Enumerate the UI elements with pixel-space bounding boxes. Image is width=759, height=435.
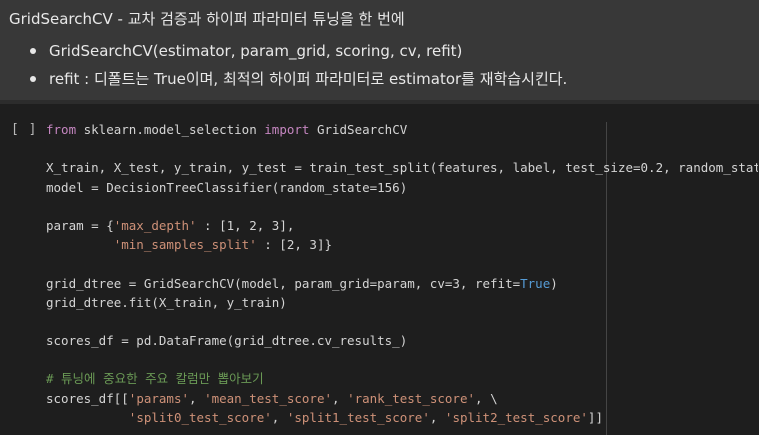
code-token-str: 'max_depth' (113, 217, 197, 233)
code-line: # 튜닝에 중요한 주요 칼럼만 뽑아보기 (46, 369, 758, 388)
list-item: refit : 디폴트는 True이며, 최적의 하이퍼 파라미터로 estim… (27, 68, 567, 89)
code-token-text: grid_dtree.fit(X_train, y_train) (46, 294, 287, 310)
code-token-str: 'split0_test_score' (128, 409, 272, 425)
code-token-text: : [1, 2, 3], (196, 217, 295, 233)
bullet-icon (30, 75, 36, 82)
code-line: scores_df[['params', 'mean_test_score' , … (46, 389, 758, 408)
code-token-text: , \ (475, 390, 498, 406)
code-line: X_train, X_test, y_train, y_test = train… (46, 158, 758, 177)
markdown-cell[interactable]: GridSearchCV - 교차 검증과 하이퍼 파라미터 튜닝을 한 번에 … (0, 0, 759, 100)
code-line: from sklearn.model_selection import Grid… (46, 120, 758, 139)
list-item: GridSearchCV(estimator, param_grid, scor… (27, 42, 462, 60)
bullet-icon (30, 48, 36, 54)
code-token-text: ]] (587, 409, 603, 425)
code-token-kw: from (46, 122, 77, 137)
code-token-str: 'params' (128, 390, 190, 406)
code-token-text: , (189, 390, 205, 406)
code-token-text: X_train, X_test, y_train, y_test = train… (46, 160, 758, 176)
list-item-text: refit : 디폴트는 True이며, 최적의 하이퍼 파라미터로 estim… (49, 70, 568, 88)
code-token-cmt: # 튜닝에 중요한 주요 칼럼만 뽑아보기 (46, 371, 264, 387)
code-token-text: sklearn.model_selection (76, 122, 265, 137)
code-token-text: , (271, 409, 287, 425)
code-token-text: : [2, 3]} (256, 237, 332, 253)
code-token-text: scores_df[[ (46, 390, 129, 406)
code-token-str: 'min_samples_split' (113, 237, 257, 253)
code-token-text: model = DecisionTreeClassifier(random_st… (46, 179, 408, 195)
code-line: param = {'max_depth' : [1, 2, 3], (46, 216, 758, 235)
code-line: grid_dtree.fit(X_train, y_train) (46, 293, 758, 312)
code-token-bool: True (520, 275, 551, 291)
code-line: model = DecisionTreeClassifier(random_st… (46, 178, 758, 197)
code-token-text: grid_dtree = GridSearchCV(model, param_g… (46, 275, 521, 291)
list-item-text: GridSearchCV(estimator, param_grid, scor… (49, 42, 463, 60)
code-token-text: param = { (46, 217, 114, 233)
code-editor[interactable]: from sklearn.model_selection import Grid… (46, 120, 758, 435)
code-line: 'split0_test_score', 'split1_test_score'… (46, 408, 758, 427)
code-token-str: 'split2_test_score' (444, 409, 588, 425)
code-token-text: , (332, 390, 348, 406)
code-token-text: , (429, 409, 445, 425)
code-token-str: 'split1_test_score' (286, 409, 430, 425)
markdown-title: GridSearchCV - 교차 검증과 하이퍼 파라미터 튜닝을 한 번에 (9, 10, 405, 28)
code-line: 'min_samples_split' : [2, 3]} (46, 235, 758, 254)
code-token-text: ) (550, 275, 558, 291)
run-cell-button[interactable]: [ ] (11, 122, 37, 137)
code-cell[interactable]: [ ] from sklearn.model_selection import … (0, 104, 759, 435)
code-token-str: 'rank_test_score' (347, 390, 476, 406)
code-token-text: GridSearchCV (309, 122, 408, 137)
code-token-str: 'mean_test_score' (204, 390, 333, 406)
code-line: grid_dtree = GridSearchCV(model, param_g… (46, 274, 758, 293)
code-token-text: scores_df = pd.DataFrame(grid_dtree.cv_r… (46, 333, 408, 349)
code-token-kw: import (264, 122, 310, 137)
code-line: scores_df = pd.DataFrame(grid_dtree.cv_r… (46, 331, 758, 350)
